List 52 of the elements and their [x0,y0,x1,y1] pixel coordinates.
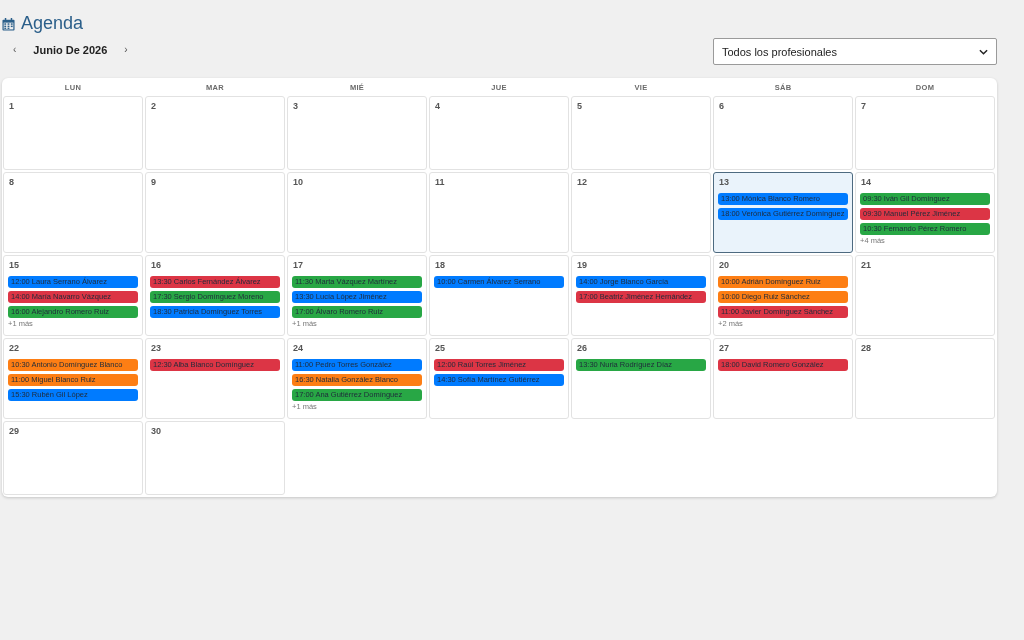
day-number: 20 [719,259,729,271]
day-number: 18 [435,259,445,271]
day-number: 6 [719,100,724,112]
chevron-down-icon [979,48,988,55]
day-number: 29 [9,425,19,437]
month-label: Junio De 2026 [33,44,108,56]
day-number: 23 [151,342,161,354]
day-number: 16 [151,259,161,271]
professional-select[interactable]: Todos los profesionales [713,38,997,65]
day-cell[interactable]: 7 [855,96,995,170]
day-number: 30 [151,425,161,437]
day-cell[interactable]: 6 [713,96,853,170]
day-cell[interactable]: 11 [429,172,569,253]
day-number: 22 [9,342,19,354]
day-number: 3 [293,100,298,112]
page-title: Agenda [21,12,84,34]
day-number: 14 [861,176,871,188]
day-cell[interactable]: 29 [3,421,143,495]
day-cell[interactable]: 1 [3,96,143,170]
day-number: 12 [577,176,587,188]
day-number: 4 [435,100,440,112]
day-number: 26 [577,342,587,354]
day-number: 21 [861,259,871,271]
day-cell[interactable]: 3 [287,96,427,170]
day-cell[interactable]: 30 [145,421,285,495]
day-cell[interactable]: 8 [3,172,143,253]
day-number: 7 [861,100,866,112]
day-number: 15 [9,259,19,271]
day-cell[interactable]: 9 [145,172,285,253]
day-cell[interactable]: 28 [855,338,995,419]
day-number: 11 [435,176,445,188]
day-cell[interactable]: 21 [855,255,995,336]
day-number: 13 [719,176,729,188]
day-number: 1 [9,100,14,112]
next-month-button[interactable]: › [121,44,131,56]
day-number: 10 [293,176,303,188]
day-number: 19 [577,259,587,271]
day-cell[interactable]: 4 [429,96,569,170]
day-cell[interactable]: 5 [571,96,711,170]
day-number: 27 [719,342,729,354]
day-number: 2 [151,100,156,112]
day-cell[interactable]: 12 [571,172,711,253]
day-cell[interactable]: 10 [287,172,427,253]
previous-month-button[interactable]: ‹ [10,44,20,56]
day-number: 8 [9,176,14,188]
day-number: 5 [577,100,582,112]
day-cell[interactable]: 2 [145,96,285,170]
day-number: 9 [151,176,156,188]
day-number: 25 [435,342,445,354]
day-number: 24 [293,342,303,354]
day-number: 17 [293,259,303,271]
day-number: 28 [861,342,871,354]
